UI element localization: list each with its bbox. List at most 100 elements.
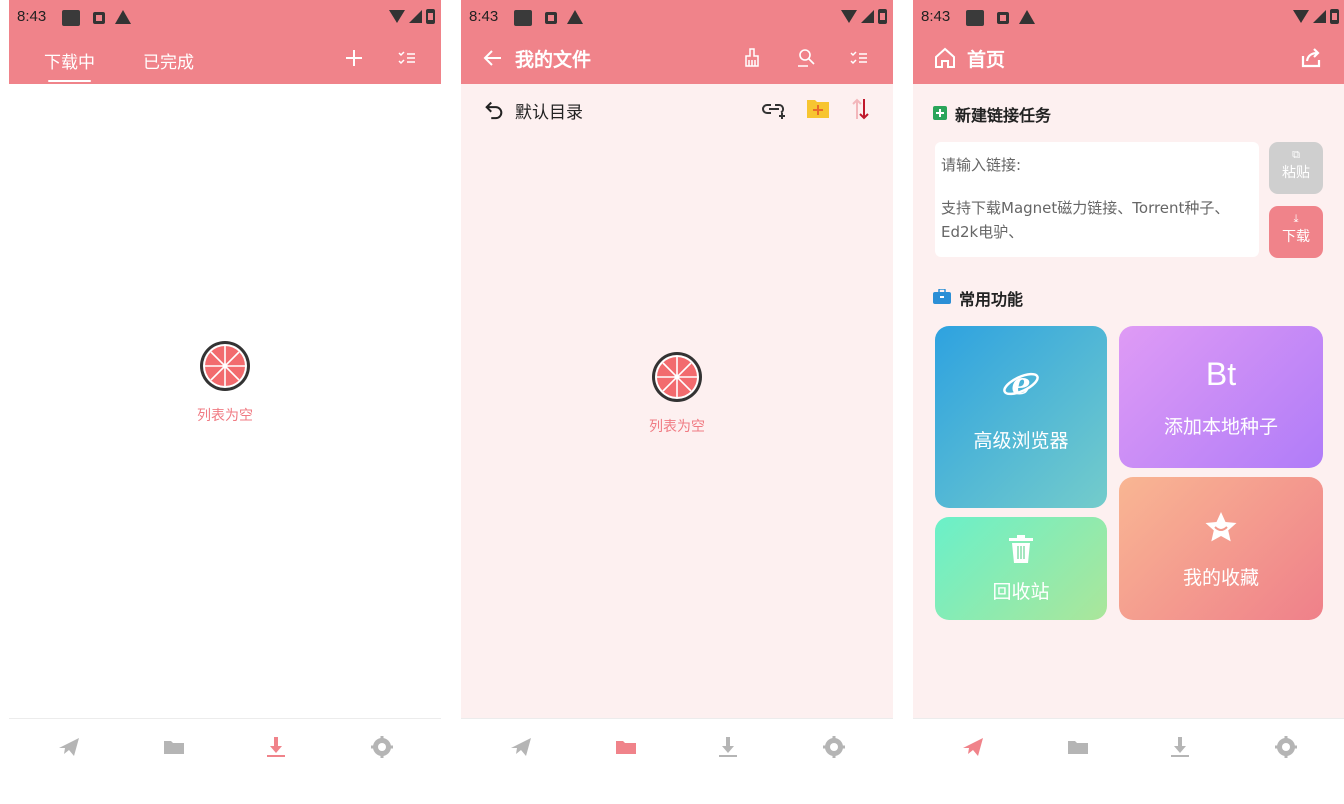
notification-icon [62,10,80,26]
new-task-title: 新建链接任务 [955,106,1052,125]
svg-text:e: e [1011,367,1030,402]
recycle-label: 回收站 [992,581,1050,603]
checklist-icon[interactable] [395,46,419,70]
arrow-back-icon[interactable] [481,46,505,70]
download-icon[interactable] [716,735,740,759]
folder-icon[interactable] [614,735,638,759]
directory-label[interactable]: 默认目录 [515,98,583,123]
checklist-icon[interactable] [847,46,871,70]
download-button[interactable]: ⤓ 下载 [1269,206,1323,258]
add-torrent-card[interactable]: Bt 添加本地种子 [1119,326,1323,468]
bottom-nav [9,718,441,774]
star-icon [1204,511,1238,547]
warning-icon [1019,10,1035,24]
add-torrent-label: 添加本地种子 [1163,416,1278,438]
recycle-card[interactable]: 回收站 [935,517,1107,620]
empty-state: 列表为空 [461,350,893,436]
search-user-icon[interactable] [794,46,818,70]
browser-card[interactable]: e 高级浏览器 [935,326,1107,508]
download-icon[interactable] [1168,735,1192,759]
bottom-nav [913,718,1344,774]
briefcase-icon [933,287,951,308]
status-time: 8:43 [17,8,47,25]
sort-icon[interactable] [851,97,871,125]
page-title: 我的文件 [515,49,592,71]
send-icon[interactable] [509,735,533,759]
directory-bar: 默认目录 [461,84,893,134]
paste-label: 粘贴 [1282,165,1310,181]
folder-icon[interactable] [1066,735,1090,759]
favorites-label: 我的收藏 [1182,567,1259,589]
notification-icon [966,10,984,26]
new-folder-icon[interactable] [806,97,830,123]
grapefruit-icon [198,341,252,397]
status-time: 8:43 [469,8,499,25]
status-time: 8:43 [921,8,951,25]
screen-my-files: 8:43 我的文件 默认目录 列表为空 [461,0,893,804]
app-bar: 我的文件 [461,34,893,84]
app-bar: 首页 [913,34,1344,84]
home-content: 新建链接任务 请输入链接: 支持下载Magnet磁力链接、Torrent种子、E… [913,84,1344,718]
signal-icon [409,10,422,23]
favorites-card[interactable]: 我的收藏 [1119,477,1323,620]
empty-label: 列表为空 [649,419,705,435]
features-title: 常用功能 [959,290,1024,309]
page-title: 首页 [967,49,1006,71]
add-box-icon [933,105,947,124]
notification-icon [514,10,532,26]
wifi-icon [389,10,405,23]
empty-state: 列表为空 [9,339,441,425]
link-placeholder: 请输入链接: [941,156,1022,174]
warning-icon [115,10,131,24]
download-label: 下载 [1282,229,1310,245]
app-notification-icon [545,12,557,24]
gear-icon[interactable] [822,735,846,759]
broom-icon[interactable] [740,46,764,70]
send-icon[interactable] [57,735,81,759]
browser-label: 高级浏览器 [973,430,1069,452]
battery-icon [1330,9,1339,24]
browser-icon: e [1001,364,1041,408]
app-bar: 下载中 已完成 [9,34,441,84]
grapefruit-icon [650,352,704,408]
gear-icon[interactable] [370,735,394,759]
download-small-icon: ⤓ [1293,212,1299,225]
download-icon[interactable] [264,735,288,759]
copy-icon: ⧉ [1292,148,1300,161]
status-bar: 8:43 [461,0,893,34]
signal-icon [861,10,874,23]
home-icon [933,46,957,70]
signal-icon [1313,10,1326,23]
features-heading: 常用功能 [933,286,1023,310]
empty-label: 列表为空 [197,408,253,424]
link-hint: 支持下载Magnet磁力链接、Torrent种子、Ed2k电驴、 [941,199,1230,241]
bottom-nav [461,718,893,774]
tab-completed[interactable]: 已完成 [143,48,194,73]
share-icon[interactable] [1299,46,1323,70]
status-bar: 8:43 [9,0,441,34]
undo-icon[interactable] [483,98,505,124]
battery-icon [878,9,887,24]
trash-icon [1008,535,1034,567]
screen-downloads: 8:43 下载中 已完成 列表为空 [9,0,441,804]
add-link-icon[interactable] [761,98,787,124]
bt-badge: Bt [1205,356,1237,392]
paste-button[interactable]: ⧉ 粘贴 [1269,142,1323,194]
file-list: 默认目录 列表为空 [461,84,893,718]
folder-icon[interactable] [162,735,186,759]
add-icon[interactable] [342,46,366,70]
app-notification-icon [93,12,105,24]
warning-icon [567,10,583,24]
gear-icon[interactable] [1274,735,1298,759]
link-input[interactable]: 请输入链接: 支持下载Magnet磁力链接、Torrent种子、Ed2k电驴、 [935,142,1259,257]
status-bar: 8:43 [913,0,1344,34]
battery-icon [426,9,435,24]
wifi-icon [1293,10,1309,23]
send-icon[interactable] [961,735,985,759]
new-task-heading: 新建链接任务 [933,102,1051,126]
app-notification-icon [997,12,1009,24]
wifi-icon [841,10,857,23]
download-list: 列表为空 [9,84,441,718]
tab-downloading[interactable]: 下载中 [44,48,95,82]
screen-home: 8:43 首页 新建链接任务 请输入链接: 支持下载Magnet磁力链接、Tor… [913,0,1344,804]
